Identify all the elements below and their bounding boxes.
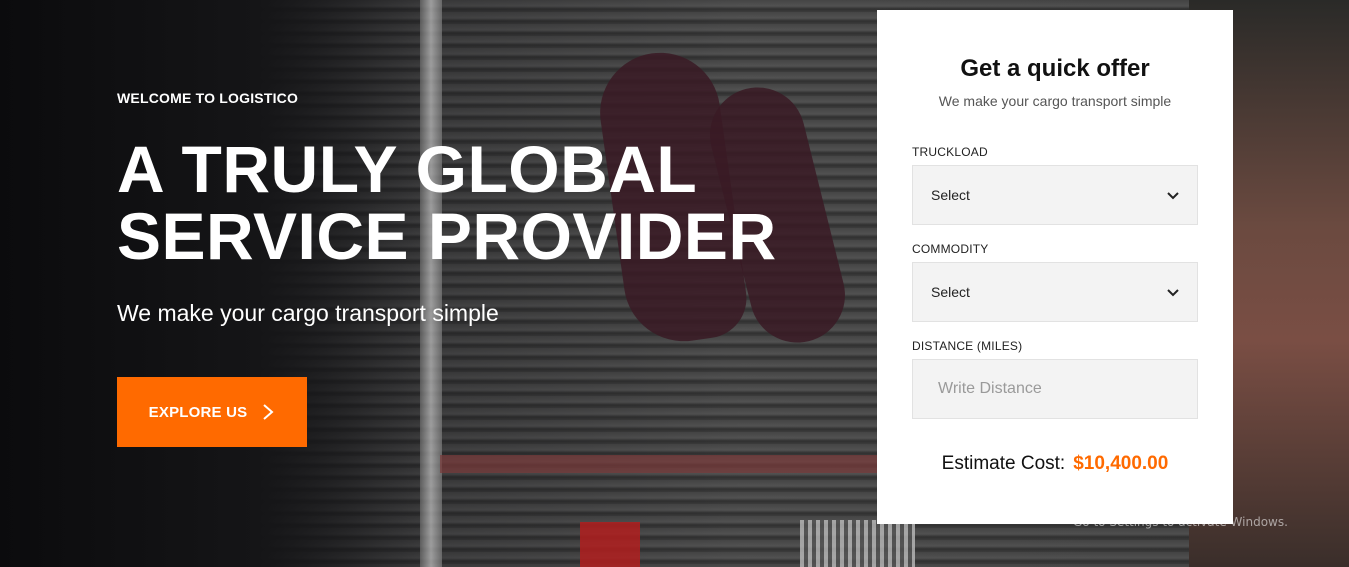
- distance-input[interactable]: [912, 359, 1198, 419]
- watermark-title: Activate Windows: [1073, 490, 1233, 511]
- explore-us-label: EXPLORE US: [148, 403, 248, 421]
- commodity-select[interactable]: Select: [912, 262, 1198, 322]
- hero-headline-line-2: SERVICE PROVIDER: [117, 199, 777, 273]
- hero-eyebrow: WELCOME TO LOGISTICO: [117, 90, 299, 106]
- commodity-selected-value: Select: [931, 284, 970, 300]
- truckload-selected-value: Select: [931, 187, 970, 203]
- estimate-value: $10,400.00: [1073, 453, 1169, 474]
- estimate-label: Estimate Cost:: [941, 453, 1066, 474]
- background-rail: [440, 455, 890, 473]
- hero-subline: We make your cargo transport simple: [117, 300, 499, 326]
- card-title: Get a quick offer: [960, 55, 1150, 82]
- commodity-label: COMMODITY: [912, 242, 989, 256]
- background-light: [580, 522, 640, 567]
- truckload-label: TRUCKLOAD: [912, 145, 988, 159]
- hero-headline: A TRULY GLOBAL SERVICE PROVIDER: [117, 136, 817, 270]
- hero-content: WELCOME TO LOGISTICO A TRULY GLOBAL SERV…: [117, 90, 817, 327]
- chevron-right-icon: [261, 403, 275, 421]
- chevron-down-icon: [1167, 187, 1179, 203]
- background-grille: [800, 520, 915, 567]
- chevron-down-icon: [1167, 284, 1179, 300]
- card-subtitle: We make your cargo transport simple: [938, 93, 1172, 109]
- watermark-subtitle: Go to Settings to activate Windows.: [1073, 515, 1288, 529]
- truckload-select[interactable]: Select: [912, 165, 1198, 225]
- distance-label: DISTANCE (MILES): [912, 339, 1023, 353]
- windows-activation-watermark: Activate Windows Go to Settings to activ…: [1073, 490, 1288, 529]
- explore-us-button[interactable]: EXPLORE US: [117, 377, 307, 447]
- quick-offer-card: Get a quick offer We make your cargo tra…: [877, 10, 1233, 524]
- hero-headline-line-1: A TRULY GLOBAL: [117, 132, 698, 206]
- estimate-cost: Estimate Cost: $10,400.00: [912, 453, 1198, 475]
